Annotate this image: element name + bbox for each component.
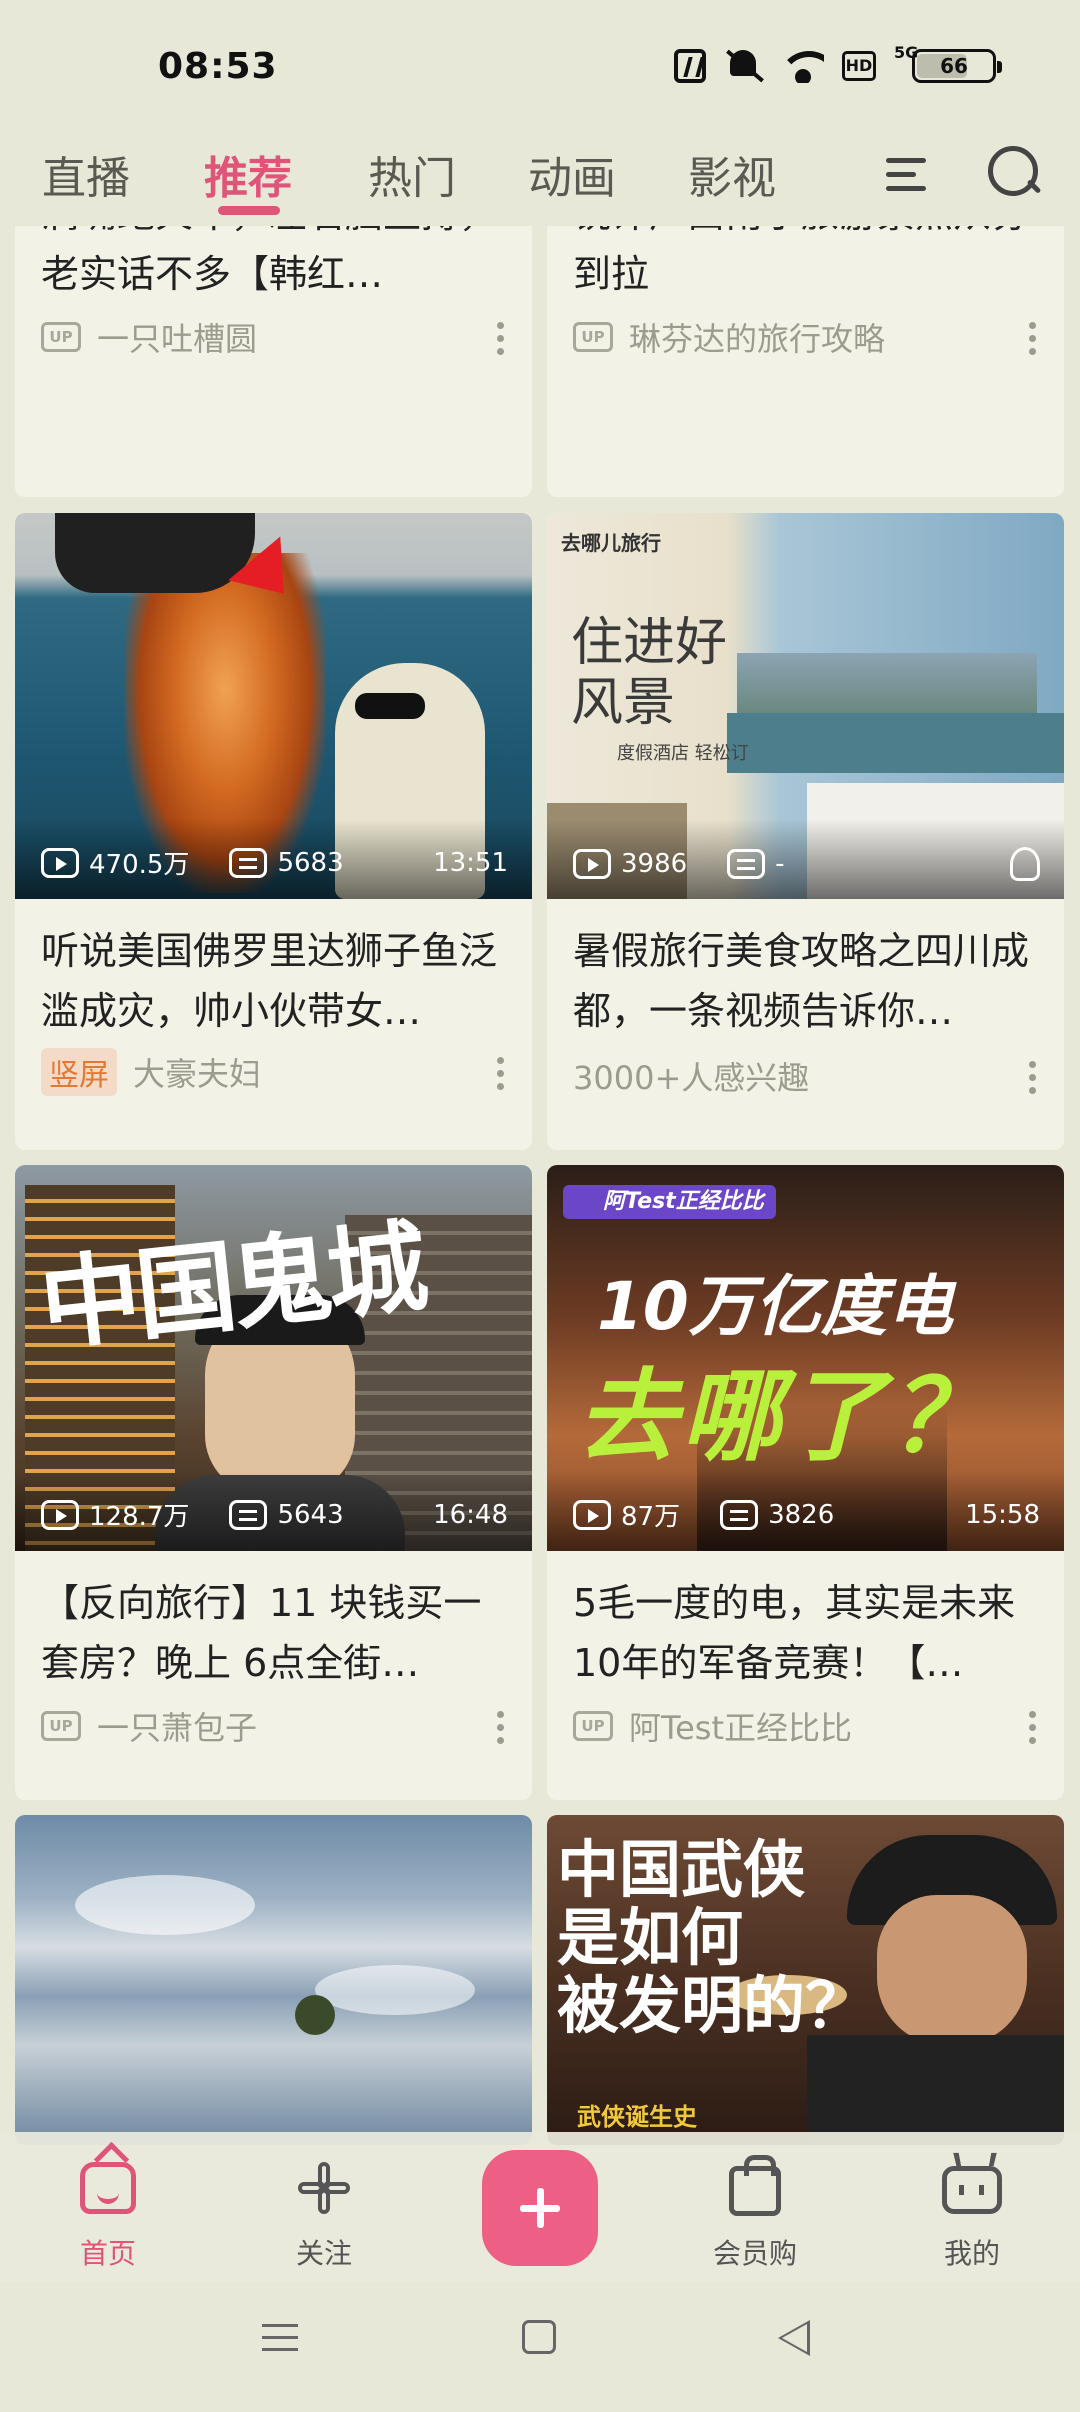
danmaku-icon [720, 1499, 759, 1530]
danmaku-icon [229, 847, 268, 878]
danmaku-icon [229, 1499, 268, 1530]
play-count-icon [41, 847, 79, 878]
duration: 15:58 [965, 1499, 1040, 1530]
tab-live[interactable]: 直播 [42, 142, 130, 206]
more-options-icon[interactable] [496, 322, 504, 356]
play-count-icon [573, 1499, 611, 1530]
shopping-bag-icon [729, 2155, 781, 2216]
system-navigation-bar [0, 2282, 1080, 2412]
cover-line-2: 去哪了？ [577, 1358, 993, 1475]
pinwheel-icon [296, 2160, 352, 2216]
danmaku-count: 5643 [277, 1499, 344, 1530]
more-options-icon[interactable] [496, 1711, 504, 1745]
vertical-video-badge: 竖屏 [41, 1048, 117, 1096]
video-thumbnail[interactable]: 470.5万 5683 13:51 [15, 513, 532, 899]
uploader-row: UP 一只吐槽圆 [15, 302, 532, 372]
nav-label: 首页 [79, 2237, 136, 2270]
cover-tag: 武侠诞生史 [577, 2103, 697, 2131]
bottom-navigation: 首页 关注 会员购 我的 [0, 2132, 1080, 2282]
danmaku-icon [727, 849, 766, 879]
ad-thumbnail[interactable]: 去哪儿旅行 住进好风景 度假酒店 轻松订 3986 - [547, 513, 1064, 899]
video-card[interactable]: 中国鬼城 128.7万 5643 16:48 【反向旅行】11 块钱买一套房？晚… [15, 1165, 532, 1800]
uploader-name[interactable]: 一只萧包子 [97, 1703, 257, 1749]
tab-anime[interactable]: 动画 [528, 142, 616, 206]
ad-interest-count: 3000+人感兴趣 [573, 1059, 810, 1097]
tv-icon [942, 2166, 1002, 2214]
duration: 13:51 [433, 847, 508, 878]
search-icon[interactable] [986, 144, 1042, 200]
play-count-icon [573, 849, 611, 879]
uploader-row: UP 阿Test正经比比 [547, 1691, 1064, 1761]
video-stats: 128.7万 5643 16:48 [41, 1496, 508, 1533]
video-title[interactable]: 5毛一度的电，其实是未来10年的军备竞赛！【… [547, 1551, 1064, 1701]
uploader-row: 竖屏 大豪夫妇 [15, 1037, 532, 1107]
uploader-name[interactable]: 阿Test正经比比 [629, 1703, 852, 1749]
nav-label: 关注 [295, 2237, 352, 2270]
danmaku-count: - [775, 849, 785, 879]
video-thumbnail[interactable]: 中国鬼城 128.7万 5643 16:48 [15, 1165, 532, 1551]
more-options-icon[interactable] [1028, 1061, 1036, 1095]
active-tab-indicator [218, 206, 280, 215]
tab-movies[interactable]: 影视 [688, 142, 776, 206]
ad-title[interactable]: 暑假旅行美食攻略之四川成都，一条视频告诉你… [547, 899, 1064, 1049]
home-button-icon[interactable] [522, 2320, 556, 2354]
tab-recommend[interactable]: 推荐 [204, 142, 292, 206]
publish-plus-button[interactable] [482, 2150, 598, 2266]
ad-meta-row: 3000+人感兴趣 [547, 1041, 1064, 1111]
danmaku-count: 5683 [277, 847, 344, 878]
nav-label: 会员购 [712, 2237, 797, 2270]
uploader-name[interactable]: 一只吐槽圆 [97, 314, 257, 360]
view-count: 3986 [621, 849, 688, 879]
ad-card[interactable]: 去哪儿旅行 住进好风景 度假酒店 轻松订 3986 - 暑假旅行美食攻略之四川成… [547, 513, 1064, 1150]
video-thumbnail[interactable]: 中国武侠 是如何 被发明的？ 武侠诞生史 [547, 1815, 1064, 2145]
video-thumbnail[interactable] [15, 1815, 532, 2145]
view-count: 87万 [621, 1502, 681, 1532]
battery-level: 66 [940, 54, 968, 78]
video-stats: 87万 3826 15:58 [573, 1496, 1040, 1533]
video-feed[interactable]: 满嘴跑火车，左右脑互搏，老实话不多【韩红… UP 一只吐槽圆 锐评广西南宁旅游景… [0, 0, 1080, 2412]
ad-brand: 去哪儿旅行 [561, 531, 661, 555]
view-count: 470.5万 [89, 850, 190, 880]
video-card[interactable]: 阿Test正经比比 10万亿度电 去哪了？ 87万 3826 15:58 5毛一… [547, 1165, 1064, 1800]
cover-line-3: 被发明的？ [557, 1969, 868, 2042]
play-count-icon [41, 1499, 79, 1530]
back-icon[interactable] [778, 2320, 810, 2356]
ad-headline: 住进好风景 [571, 613, 728, 733]
danmaku-count: 3826 [768, 1499, 835, 1530]
duration: 16:48 [433, 1499, 508, 1530]
rocket-icon [1010, 847, 1040, 881]
nav-label: 我的 [943, 2237, 1000, 2270]
view-count: 128.7万 [89, 1502, 190, 1532]
video-title[interactable]: 【反向旅行】11 块钱买一套房？晚上 6点全街… [15, 1551, 532, 1701]
ad-subline: 度假酒店 轻松订 [617, 743, 749, 764]
recent-apps-icon[interactable] [262, 2322, 298, 2352]
more-options-icon[interactable] [1028, 1711, 1036, 1745]
more-options-icon[interactable] [1028, 322, 1036, 356]
home-icon [80, 2162, 136, 2214]
video-card[interactable]: 中国武侠 是如何 被发明的？ 武侠诞生史 [547, 1815, 1064, 2145]
video-stats: 3986 - [573, 847, 1040, 881]
uploader-name[interactable]: 琳芬达的旅行攻略 [629, 314, 885, 360]
up-badge: UP [573, 1711, 613, 1741]
uploader-row: UP 琳芬达的旅行攻略 [547, 302, 1064, 372]
tab-hot[interactable]: 热门 [368, 142, 456, 206]
menu-icon[interactable] [886, 152, 930, 196]
channel-tag: 阿Test正经比比 [563, 1185, 776, 1219]
more-options-icon[interactable] [496, 1057, 504, 1091]
up-badge: UP [41, 1711, 81, 1741]
up-badge: UP [41, 322, 81, 352]
up-badge: UP [573, 322, 613, 352]
video-card[interactable] [15, 1815, 532, 2145]
video-title[interactable]: 听说美国佛罗里达狮子鱼泛滥成灾，帅小伙带女… [15, 899, 532, 1049]
video-stats: 470.5万 5683 13:51 [41, 844, 508, 881]
category-tab-bar: 直播 推荐 热门 动画 影视 [0, 130, 1080, 226]
uploader-row: UP 一只萧包子 [15, 1691, 532, 1761]
video-thumbnail[interactable]: 阿Test正经比比 10万亿度电 去哪了？ 87万 3826 15:58 [547, 1165, 1064, 1551]
uploader-name[interactable]: 大豪夫妇 [133, 1049, 261, 1095]
video-card[interactable]: 470.5万 5683 13:51 听说美国佛罗里达狮子鱼泛滥成灾，帅小伙带女…… [15, 513, 532, 1150]
